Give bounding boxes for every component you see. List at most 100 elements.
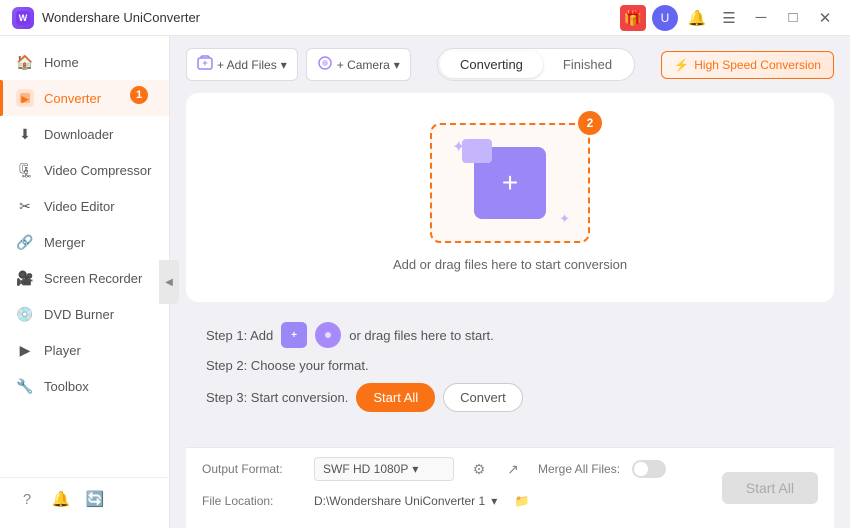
sidebar-item-label: Video Editor <box>44 199 115 214</box>
sidebar-bottom: ? 🔔 🔄 <box>0 477 169 520</box>
drop-zone-container: + ✦ ✦ 2 Add or drag files here to start … <box>186 93 834 302</box>
step3-convert-button[interactable]: Convert <box>443 383 523 412</box>
tab-finished[interactable]: Finished <box>543 51 632 78</box>
titlebar-right: 🎁 U 🔔 ☰ ─ □ ✕ <box>620 5 838 31</box>
step3-label: Step 3: Start conversion. <box>206 390 348 405</box>
file-path: D:\Wondershare UniConverter 1 ▾ <box>314 494 497 508</box>
sidebar-item-label: Player <box>44 343 81 358</box>
avatar[interactable]: U <box>652 5 678 31</box>
output-format-row: Output Format: SWF HD 1080P ▾ ⚙ ↗ Merge … <box>202 456 722 482</box>
svg-text:▶: ▶ <box>21 94 30 104</box>
content-header: + + Add Files ▾ + Camera ▾ <box>186 48 834 81</box>
svg-text:+: + <box>202 58 207 68</box>
steps-container: Step 1: Add + or drag files here to star… <box>186 322 834 422</box>
step1-label: Step 1: Add <box>206 328 273 343</box>
add-files-button[interactable]: + + Add Files ▾ <box>186 48 298 81</box>
merger-icon: 🔗 <box>16 233 34 251</box>
drop-zone-text: Add or drag files here to start conversi… <box>393 257 627 272</box>
merge-toggle[interactable] <box>632 460 666 478</box>
downloader-icon: ⬇ <box>16 125 34 143</box>
settings-icon[interactable]: ⚙ <box>466 456 492 482</box>
file-location-row: File Location: D:\Wondershare UniConvert… <box>202 488 722 514</box>
sidebar-item-screen-recorder[interactable]: 🎥 Screen Recorder <box>0 260 169 296</box>
svg-text:+: + <box>291 330 297 341</box>
sidebar-item-label: Home <box>44 55 79 70</box>
titlebar: W Wondershare UniConverter 🎁 U 🔔 ☰ ─ □ ✕ <box>0 0 850 36</box>
sidebar-item-toolbox[interactable]: 🔧 Toolbox <box>0 368 169 404</box>
app-title: Wondershare UniConverter <box>42 10 620 25</box>
step1-add-icon[interactable]: + <box>281 322 307 348</box>
player-icon: ▶ <box>16 341 34 359</box>
tab-converting[interactable]: Converting <box>440 51 543 78</box>
step1-camera-icon[interactable] <box>315 322 341 348</box>
camera-icon <box>317 55 333 74</box>
sidebar-item-label: DVD Burner <box>44 307 114 322</box>
notification-icon[interactable]: 🔔 <box>684 5 710 31</box>
merge-files-label: Merge All Files: <box>538 462 620 476</box>
bottom-left: Output Format: SWF HD 1080P ▾ ⚙ ↗ Merge … <box>202 456 722 520</box>
step2-label: Step 2: Choose your format. <box>206 358 369 373</box>
drop-zone[interactable]: + ✦ ✦ 2 <box>430 123 590 243</box>
sidebar-item-video-compressor[interactable]: 🗜 Video Compressor <box>0 152 169 188</box>
output-format-label: Output Format: <box>202 462 302 476</box>
sidebar-item-label: Video Compressor <box>44 163 151 178</box>
main-layout: 🏠 Home ▶ Converter 1 ⬇ Downloader 🗜 Vide… <box>0 36 850 528</box>
sidebar-item-downloader[interactable]: ⬇ Downloader <box>0 116 169 152</box>
sidebar-item-label: Downloader <box>44 127 113 142</box>
format-value: SWF HD 1080P <box>323 462 408 476</box>
drop-zone-badge: 2 <box>578 111 602 135</box>
gift-icon[interactable]: 🎁 <box>620 5 646 31</box>
sidebar-collapse-button[interactable]: ◀ <box>159 260 179 304</box>
add-files-icon: + <box>197 55 213 74</box>
sparkle-right-icon: ✦ <box>559 211 570 227</box>
converter-badge: 1 <box>130 86 148 104</box>
share-icon[interactable]: ↗ <box>500 456 526 482</box>
editor-icon: ✂ <box>16 197 34 215</box>
high-speed-conversion-button[interactable]: ⚡ High Speed Conversion <box>661 51 834 79</box>
folder-icon[interactable]: 📁 <box>509 488 535 514</box>
bottom-full-row: Output Format: SWF HD 1080P ▾ ⚙ ↗ Merge … <box>202 456 818 520</box>
format-select[interactable]: SWF HD 1080P ▾ <box>314 457 454 481</box>
sidebar-item-label: Converter <box>44 91 101 106</box>
menu-icon[interactable]: ☰ <box>716 5 742 31</box>
drop-zone-plus-icon: + <box>502 169 518 197</box>
screen-recorder-icon: 🎥 <box>16 269 34 287</box>
camera-chevron: ▾ <box>394 58 400 72</box>
svg-text:W: W <box>19 13 28 23</box>
sidebar-item-video-editor[interactable]: ✂ Video Editor <box>0 188 169 224</box>
add-files-label: + Add Files <box>217 58 277 72</box>
minimize-button[interactable]: ─ <box>748 5 774 31</box>
sidebar-item-converter[interactable]: ▶ Converter 1 <box>0 80 169 116</box>
step3-start-all-button[interactable]: Start All <box>356 383 435 412</box>
app-logo: W <box>12 7 34 29</box>
refresh-icon[interactable]: 🔄 <box>84 488 106 510</box>
sidebar-item-player[interactable]: ▶ Player <box>0 332 169 368</box>
sidebar: 🏠 Home ▶ Converter 1 ⬇ Downloader 🗜 Vide… <box>0 36 170 528</box>
file-location-label: File Location: <box>202 494 302 508</box>
step-2-row: Step 2: Choose your format. <box>206 358 814 373</box>
sidebar-item-home[interactable]: 🏠 Home <box>0 44 169 80</box>
tab-group: Converting Finished <box>437 48 635 81</box>
sidebar-item-label: Screen Recorder <box>44 271 142 286</box>
format-icons: ⚙ ↗ <box>466 456 526 482</box>
step1-or-label: or drag files here to start. <box>349 328 494 343</box>
header-actions: + + Add Files ▾ + Camera ▾ <box>186 48 411 81</box>
help-icon[interactable]: ? <box>16 488 38 510</box>
home-icon: 🏠 <box>16 53 34 71</box>
bottom-bar: Output Format: SWF HD 1080P ▾ ⚙ ↗ Merge … <box>186 447 834 528</box>
maximize-button[interactable]: □ <box>780 5 806 31</box>
sidebar-item-merger[interactable]: 🔗 Merger <box>0 224 169 260</box>
main-start-all-button: Start All <box>722 472 818 504</box>
add-camera-button[interactable]: + Camera ▾ <box>306 48 411 81</box>
content-area: + + Add Files ▾ + Camera ▾ <box>170 36 850 528</box>
lightning-icon: ⚡ <box>674 58 689 72</box>
toolbox-icon: 🔧 <box>16 377 34 395</box>
format-dropdown-arrow: ▾ <box>412 462 418 476</box>
step-3-row: Step 3: Start conversion. Start All Conv… <box>206 383 814 412</box>
speed-label: High Speed Conversion <box>694 58 821 72</box>
sidebar-item-dvd-burner[interactable]: 💿 DVD Burner <box>0 296 169 332</box>
close-button[interactable]: ✕ <box>812 5 838 31</box>
converter-icon: ▶ <box>16 89 34 107</box>
bell-icon[interactable]: 🔔 <box>50 488 72 510</box>
dvd-burner-icon: 💿 <box>16 305 34 323</box>
